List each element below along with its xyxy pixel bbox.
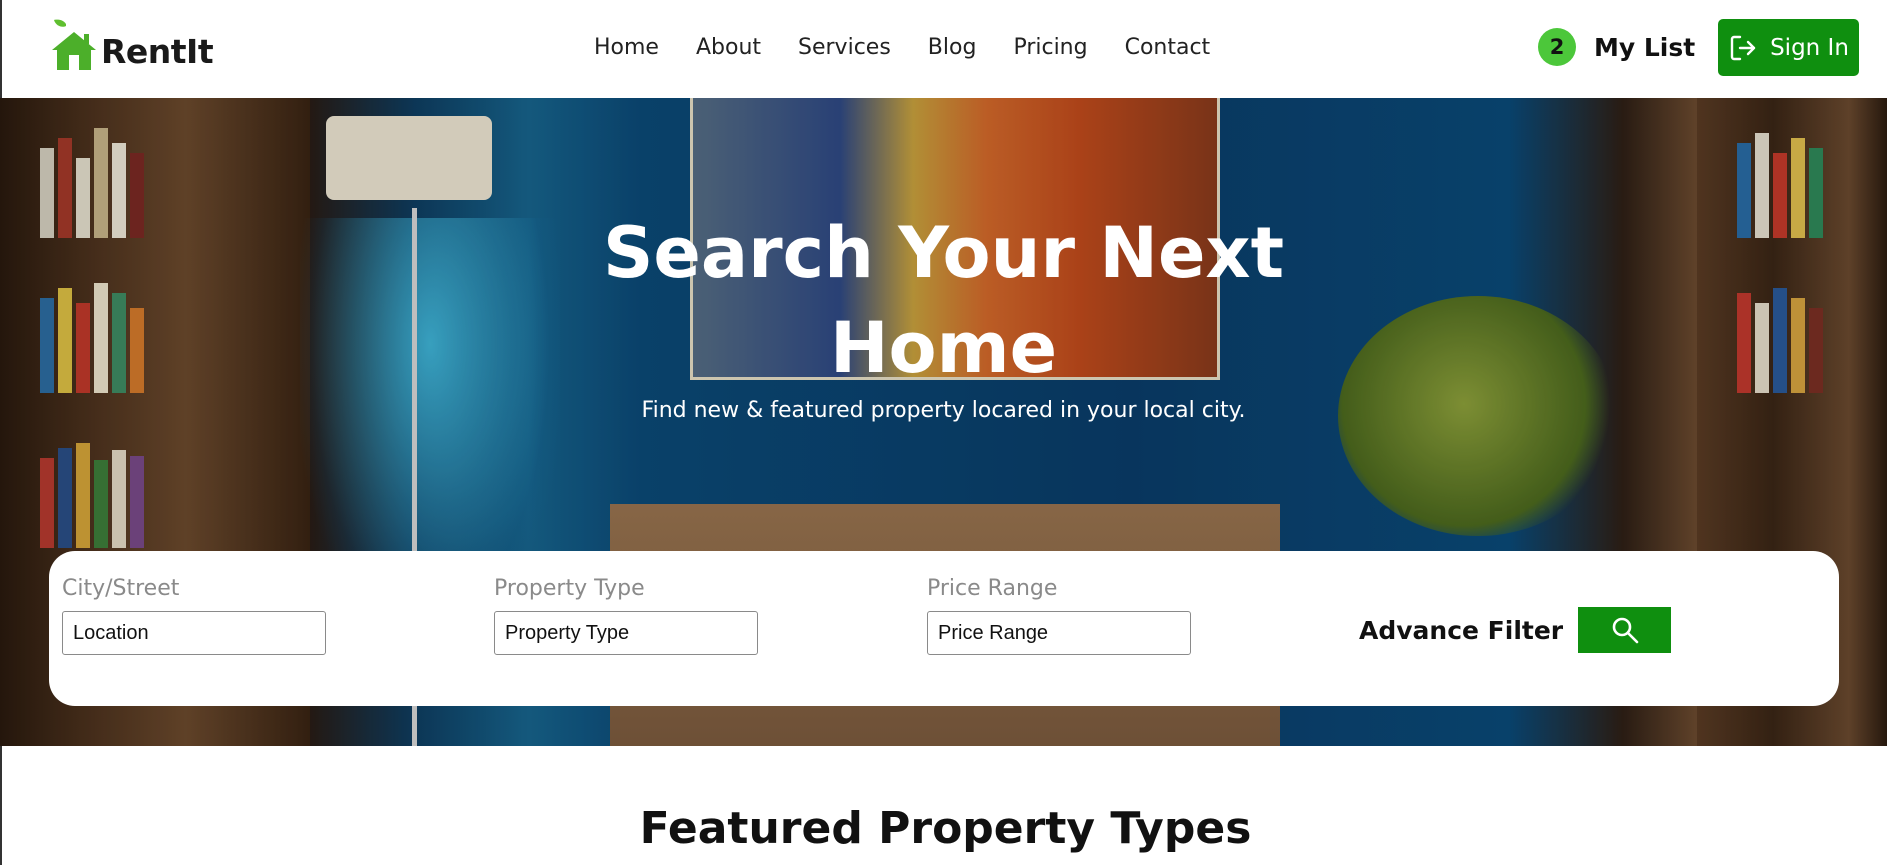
- price-range-field: Price Range: [927, 575, 1191, 655]
- search-card: City/Street Property Type Price Range Ad…: [49, 551, 1839, 706]
- nav-blog[interactable]: Blog: [928, 30, 977, 66]
- site-header: RentIt Home About Services Blog Pricing …: [0, 0, 1887, 98]
- hero-title-line2: Home: [829, 307, 1058, 389]
- advance-filter: Advance Filter: [1359, 607, 1672, 653]
- property-type-label: Property Type: [494, 576, 645, 601]
- nav-pricing[interactable]: Pricing: [1013, 30, 1087, 66]
- search-icon: [1612, 617, 1638, 644]
- search-button[interactable]: [1578, 607, 1672, 653]
- hero-title: Search Your Next Home: [0, 206, 1887, 396]
- nav-contact[interactable]: Contact: [1125, 30, 1211, 66]
- nav-home[interactable]: Home: [594, 30, 659, 66]
- property-type-input[interactable]: [494, 611, 758, 655]
- logo[interactable]: RentIt: [48, 10, 214, 72]
- nav-about[interactable]: About: [696, 30, 761, 66]
- advance-filter-label[interactable]: Advance Filter: [1359, 616, 1563, 645]
- featured-section: Featured Property Types: [0, 746, 1887, 865]
- hero-title-line1: Search Your Next: [602, 212, 1285, 294]
- city-street-label: City/Street: [62, 576, 180, 601]
- city-street-field: City/Street: [62, 575, 326, 655]
- price-range-label: Price Range: [927, 576, 1058, 601]
- my-list-count-badge: 2: [1538, 28, 1576, 66]
- house-leaf-icon: [52, 19, 96, 70]
- my-list-link[interactable]: 2 My List: [1538, 28, 1695, 66]
- featured-title: Featured Property Types: [639, 803, 1252, 854]
- sign-in-icon: [1730, 35, 1756, 60]
- logo-text: RentIt: [101, 32, 214, 71]
- property-type-field: Property Type: [494, 575, 758, 655]
- price-range-input[interactable]: [927, 611, 1191, 655]
- main-nav: Home About Services Blog Pricing Contact: [594, 30, 1247, 66]
- location-input[interactable]: [62, 611, 326, 655]
- page: RentIt Home About Services Blog Pricing …: [0, 0, 1887, 865]
- sign-in-label: Sign In: [1770, 34, 1849, 61]
- sign-in-button[interactable]: Sign In: [1718, 19, 1859, 76]
- hero-subtitle: Find new & featured property locared in …: [641, 398, 1246, 423]
- my-list-label: My List: [1594, 32, 1696, 62]
- nav-services[interactable]: Services: [798, 30, 891, 66]
